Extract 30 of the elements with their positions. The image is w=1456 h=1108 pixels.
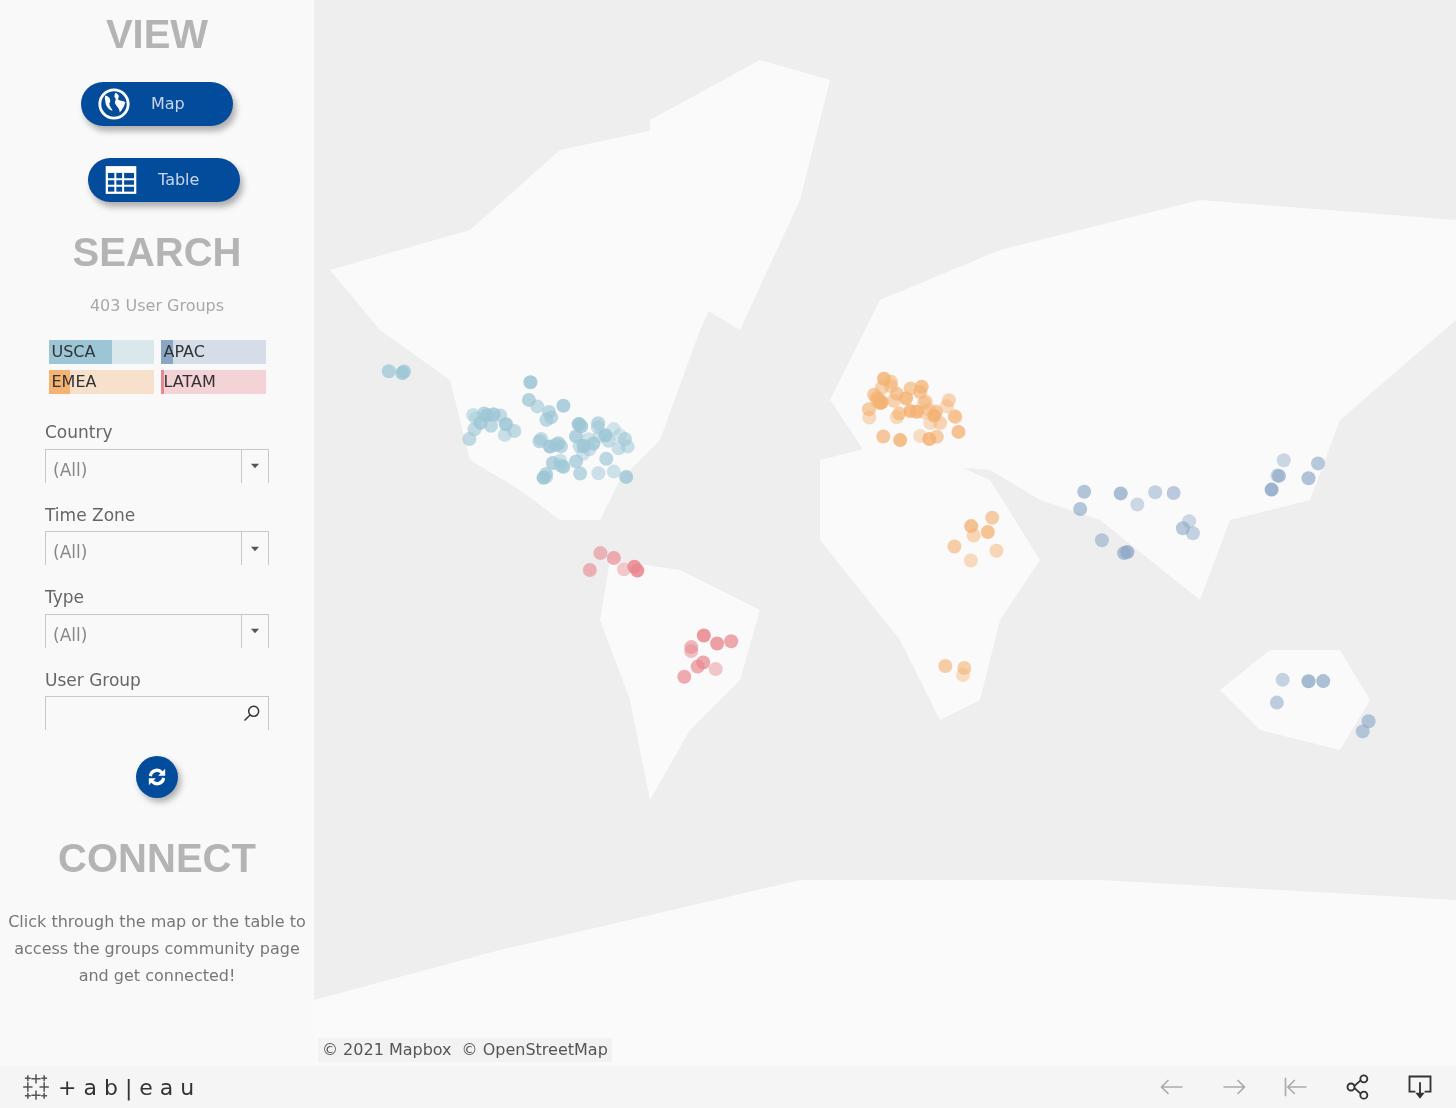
view-button[interactable]: Table [88,158,240,202]
search-field[interactable] [45,696,269,730]
section-heading: SEARCH [72,232,242,272]
region-filter[interactable]: APAC [160,340,266,364]
section-heading: VIEW [105,14,209,54]
filter-label: Time Zone [45,503,137,527]
filter-label: User Group [45,668,142,692]
filter-label: Country [45,421,114,444]
view-button[interactable]: Map [81,82,233,126]
logo-wordmark: +ab|eau [58,1073,202,1103]
table-icon [104,163,138,197]
region-filter[interactable]: USCA [48,340,154,364]
world-map-drawing[interactable] [314,60,1456,1066]
download-icon[interactable] [1406,1073,1434,1101]
globe-icon [97,87,131,121]
region-label: LATAM [162,372,216,391]
attribution-link[interactable]: © OpenStreetMap [461,1038,608,1062]
logo-mark-icon [22,1073,50,1101]
region-label: APAC [162,342,205,361]
filter-label: Type [45,586,86,609]
region-filter[interactable]: LATAM [160,370,266,394]
attribution-link[interactable]: © 2021 Mapbox [322,1038,452,1062]
refresh-button[interactable] [136,756,178,798]
group-count: 403 User Groups [89,295,225,317]
connect-text: Click through the map or the table to access the groups community page and get connected! [7,911,307,987]
section-heading: CONNECT [58,838,256,878]
region-label: EMEA [50,372,97,391]
region-filter[interactable]: EMEA [48,370,154,394]
search-icon [242,703,262,723]
region-label: USCA [50,342,96,361]
